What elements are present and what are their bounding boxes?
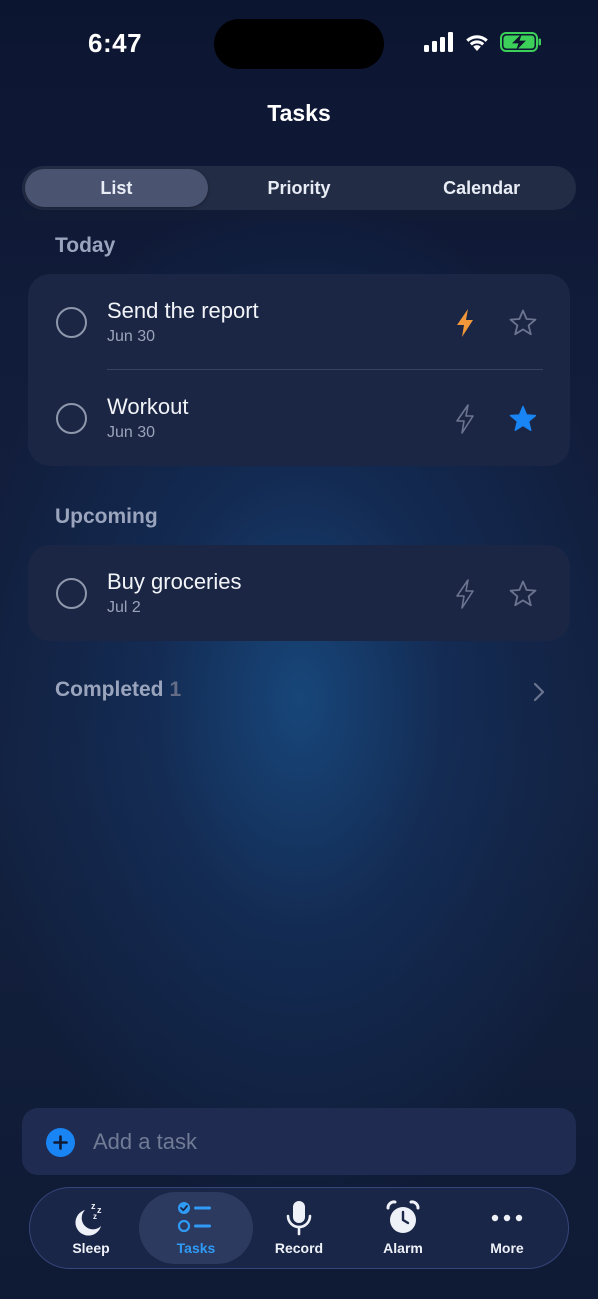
tab-sleep[interactable]: z z z Sleep	[36, 1188, 146, 1267]
segment-calendar[interactable]: Calendar	[390, 169, 573, 207]
svg-text:z: z	[97, 1205, 102, 1215]
add-plus-icon[interactable]	[46, 1128, 75, 1157]
status-time: 6:47	[88, 28, 143, 58]
upcoming-task-card: Buy groceries Jul 2	[28, 545, 570, 641]
tab-alarm[interactable]: Alarm	[348, 1188, 458, 1267]
completed-label: Completed	[55, 678, 164, 701]
dynamic-island	[214, 19, 384, 69]
task-row[interactable]: Workout Jun 30	[28, 370, 570, 466]
section-header-today: Today	[55, 234, 116, 257]
tab-label: Alarm	[383, 1240, 423, 1256]
tab-label: Record	[274, 1240, 324, 1256]
priority-bolt-icon[interactable]	[454, 308, 476, 338]
wifi-icon	[466, 35, 488, 51]
task-title: Workout	[107, 394, 189, 419]
microphone-icon	[286, 1201, 312, 1236]
completed-section-row[interactable]: Completed 1	[55, 678, 545, 708]
tab-label: Tasks	[176, 1240, 216, 1256]
chevron-right-icon	[533, 682, 545, 702]
star-icon[interactable]	[508, 308, 538, 338]
checklist-icon	[177, 1202, 211, 1233]
tab-bar: z z z Sleep Tasks Record Alarm More	[29, 1187, 569, 1269]
today-task-card: Send the report Jun 30 Workout Jun 30	[28, 274, 570, 466]
priority-bolt-icon[interactable]	[454, 404, 476, 434]
status-bar: 6:47	[0, 0, 598, 90]
star-icon[interactable]	[508, 579, 538, 609]
add-task-bar[interactable]: Add a task	[22, 1108, 576, 1175]
moon-zzz-icon: z z z	[75, 1201, 102, 1236]
tab-tasks[interactable]: Tasks	[139, 1188, 253, 1267]
task-checkbox[interactable]	[56, 307, 87, 338]
task-checkbox[interactable]	[56, 578, 87, 609]
tab-label: Sleep	[72, 1240, 110, 1256]
svg-text:z: z	[93, 1212, 97, 1221]
segment-priority[interactable]: Priority	[208, 169, 391, 207]
segment-list[interactable]: List	[25, 169, 208, 207]
ellipsis-icon	[491, 1214, 523, 1222]
task-row[interactable]: Send the report Jun 30	[28, 274, 570, 370]
svg-text:z: z	[91, 1201, 96, 1211]
task-title: Send the report	[107, 298, 259, 323]
tab-more[interactable]: More	[452, 1188, 562, 1267]
task-date: Jul 2	[107, 599, 141, 616]
task-title: Buy groceries	[107, 569, 242, 594]
section-header-upcoming: Upcoming	[55, 505, 158, 528]
status-icons	[424, 32, 542, 52]
completed-count: 1	[169, 678, 182, 701]
view-segmented-control: List Priority Calendar	[22, 166, 576, 210]
alarm-clock-icon	[386, 1200, 420, 1233]
battery-charging-icon	[500, 32, 541, 52]
priority-bolt-icon[interactable]	[454, 579, 476, 609]
cellular-signal-icon	[424, 32, 453, 52]
segmented-control-shadow	[22, 210, 576, 220]
add-task-input[interactable]: Add a task	[93, 1129, 197, 1155]
tab-record[interactable]: Record	[244, 1188, 354, 1267]
tab-label: More	[490, 1240, 524, 1256]
task-date: Jun 30	[107, 424, 156, 441]
task-row[interactable]: Buy groceries Jul 2	[28, 545, 570, 641]
page-title: Tasks	[267, 100, 331, 126]
task-date: Jun 30	[107, 328, 156, 345]
task-checkbox[interactable]	[56, 403, 87, 434]
star-icon[interactable]	[508, 404, 538, 434]
